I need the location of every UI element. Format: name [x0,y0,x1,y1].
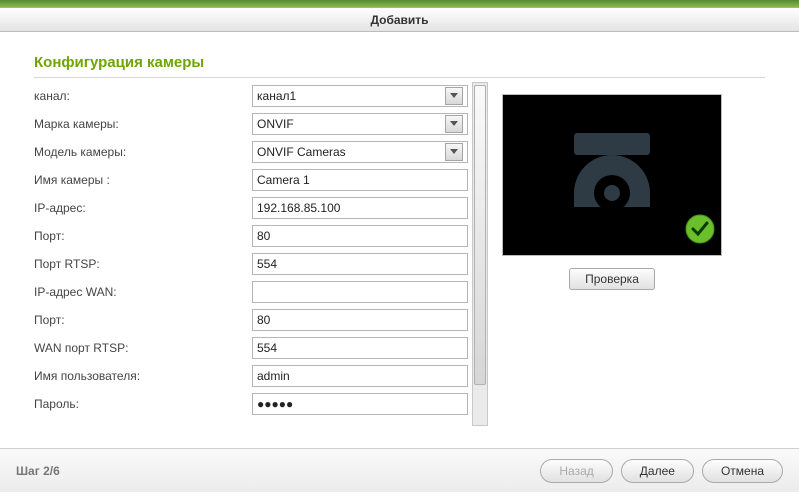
input-name[interactable] [252,169,468,191]
form-scroll-viewport[interactable]: канал: канал1 Марка камеры: [34,82,472,426]
row-name: Имя камеры : [34,166,472,194]
input-port[interactable] [252,225,468,247]
window-title: Добавить [370,13,428,27]
label-pass: Пароль: [34,397,252,411]
select-model[interactable]: ONVIF Cameras [252,141,468,163]
camera-icon [552,115,672,235]
row-user: Имя пользователя: [34,362,472,390]
next-button[interactable]: Далее [621,459,694,483]
input-wan-ip[interactable] [252,281,468,303]
window-titlebar: Добавить [0,8,799,32]
label-ip: IP-адрес: [34,201,252,215]
verify-button[interactable]: Проверка [569,268,655,290]
row-model: Модель камеры: ONVIF Cameras [34,138,472,166]
chevron-down-icon [445,87,463,105]
camera-preview [502,94,722,256]
input-wan-port[interactable] [252,309,468,331]
input-pass[interactable] [252,393,468,415]
row-wan-rtsp: WAN порт RTSP: [34,334,472,362]
select-brand[interactable]: ONVIF [252,113,468,135]
label-wan-rtsp: WAN порт RTSP: [34,341,252,355]
label-port: Порт: [34,229,252,243]
back-button[interactable]: Назад [540,459,612,483]
label-rtsp: Порт RTSP: [34,257,252,271]
window-chrome-top [0,0,799,8]
row-brand: Марка камеры: ONVIF [34,110,472,138]
select-brand-value: ONVIF [257,117,294,131]
section-title: Конфигурация камеры [34,54,765,71]
label-brand: Марка камеры: [34,117,252,131]
label-channel: канал: [34,89,252,103]
chevron-down-icon [445,115,463,133]
label-wan-ip: IP-адрес WAN: [34,285,252,299]
scrollbar-thumb[interactable] [474,85,486,385]
input-user[interactable] [252,365,468,387]
input-rtsp[interactable] [252,253,468,275]
cancel-button[interactable]: Отмена [702,459,783,483]
select-channel-value: канал1 [257,89,296,103]
select-channel[interactable]: канал1 [252,85,468,107]
label-name: Имя камеры : [34,173,252,187]
scrollbar[interactable] [472,82,488,426]
label-user: Имя пользователя: [34,369,252,383]
chevron-down-icon [445,143,463,161]
checkbox-record[interactable] [34,426,47,427]
row-rtsp: Порт RTSP: [34,250,472,278]
row-record: Включить запись на этой камере [34,418,472,426]
divider [34,77,765,78]
row-port: Порт: [34,222,472,250]
label-model: Модель камеры: [34,145,252,159]
status-ok-icon [685,214,715,247]
row-wan-port: Порт: [34,306,472,334]
step-indicator: Шаг 2/6 [16,464,60,478]
row-channel: канал: канал1 [34,82,472,110]
wizard-footer: Шаг 2/6 Назад Далее Отмена [0,448,799,492]
row-wan-ip: IP-адрес WAN: [34,278,472,306]
row-pass: Пароль: [34,390,472,418]
input-wan-rtsp[interactable] [252,337,468,359]
select-model-value: ONVIF Cameras [257,145,346,159]
row-ip: IP-адрес: [34,194,472,222]
label-wan-port: Порт: [34,313,252,327]
label-record: Включить запись на этой камере [53,425,236,426]
input-ip[interactable] [252,197,468,219]
